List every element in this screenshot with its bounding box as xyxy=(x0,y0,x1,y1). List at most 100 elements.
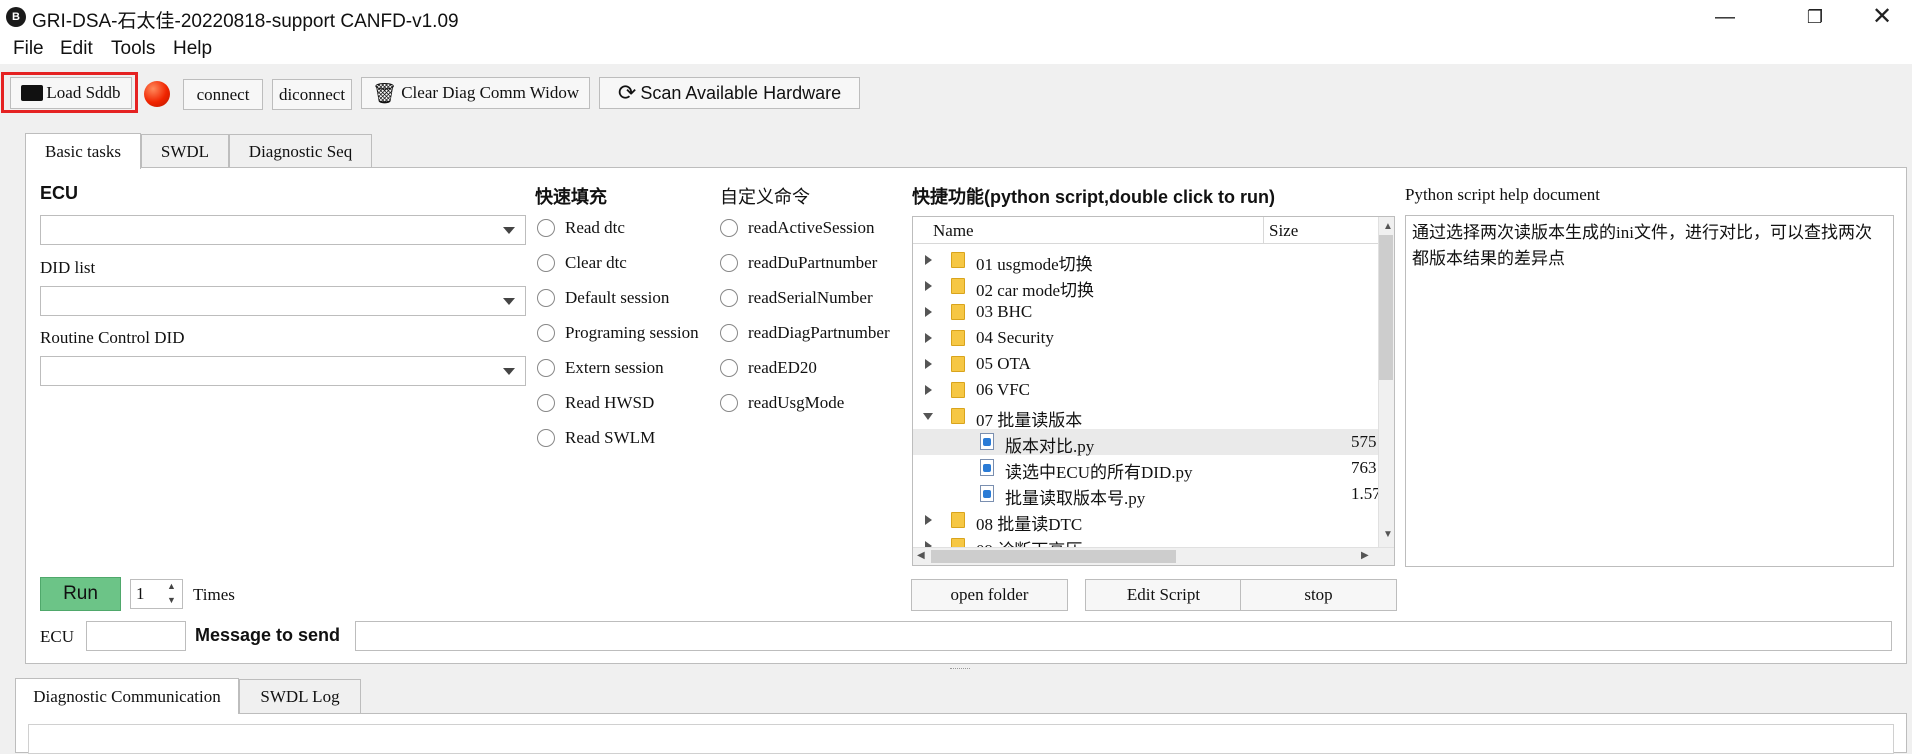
tree-folder-row[interactable]: 06 VFC xyxy=(913,377,1383,403)
tree-file-row[interactable]: 读选中ECU的所有DID.py 763 xyxy=(913,455,1383,482)
tree-folder-row[interactable]: 01 usgmode切换 xyxy=(913,247,1383,274)
radio-default-session[interactable] xyxy=(537,289,555,307)
scroll-up-icon[interactable]: ▲ xyxy=(1383,221,1393,232)
tree-item-label: 02 car mode切换 xyxy=(976,281,1095,300)
load-sddb-button[interactable]: Load Sddb xyxy=(10,77,132,109)
tab-swdl[interactable]: SWDL xyxy=(141,134,229,168)
chevron-right-icon xyxy=(925,515,932,525)
stop-button[interactable]: stop xyxy=(1240,579,1397,611)
menu-help[interactable]: Help xyxy=(173,38,212,60)
radio-label: Read dtc xyxy=(565,218,625,237)
chevron-down-icon xyxy=(503,298,515,305)
tree-folder-row[interactable]: 02 car mode切换 xyxy=(913,273,1383,300)
ecu-label: ECU xyxy=(40,183,79,203)
radio-read-ed20[interactable] xyxy=(720,359,738,377)
connect-button[interactable]: connect xyxy=(183,79,263,110)
radio-read-usg-mode[interactable] xyxy=(720,394,738,412)
tree-folder-row[interactable]: 05 OTA xyxy=(913,351,1383,377)
restore-icon[interactable]: ❐ xyxy=(1785,0,1845,34)
tab-swdl-log[interactable]: SWDL Log xyxy=(239,679,361,713)
menu-file[interactable]: File xyxy=(13,38,44,60)
radio-label: readUsgMode xyxy=(748,393,845,412)
times-label: Times xyxy=(193,585,235,604)
radio-label: Extern session xyxy=(565,358,664,377)
app-logo-icon: B xyxy=(6,7,26,27)
message-input[interactable] xyxy=(355,621,1892,651)
radio-read-swlm[interactable] xyxy=(537,429,555,447)
radio-label: readDiagPartnumber xyxy=(748,323,890,342)
script-tree[interactable]: Name Size 01 usgmode切换 02 car mode切换 03 … xyxy=(912,216,1395,566)
radio-clear-dtc[interactable] xyxy=(537,254,555,272)
radio-read-dtc[interactable] xyxy=(537,219,555,237)
menu-tools[interactable]: Tools xyxy=(111,38,155,60)
folder-icon xyxy=(951,278,965,294)
routine-control-select[interactable] xyxy=(40,356,526,386)
scroll-left-icon[interactable]: ◀ xyxy=(917,550,925,561)
tree-folder-row[interactable]: 08 批量读DTC xyxy=(913,507,1383,534)
tree-item-label: 读选中ECU的所有DID.py xyxy=(1005,463,1193,482)
help-doc-title: Python script help document xyxy=(1405,185,1601,204)
diconnect-button[interactable]: diconnect xyxy=(272,79,352,110)
tree-item-label: 01 usgmode切换 xyxy=(976,255,1093,274)
edit-script-button[interactable]: Edit Script xyxy=(1085,579,1242,611)
radio-label: Read HWSD xyxy=(565,393,655,412)
radio-label: Programing session xyxy=(565,323,699,342)
radio-label: Default session xyxy=(565,288,670,307)
minimize-icon[interactable]: — xyxy=(1695,0,1755,34)
tree-item-label: 批量读取版本号.py xyxy=(1005,489,1146,508)
folder-icon xyxy=(951,356,965,372)
tab-basic-tasks[interactable]: Basic tasks xyxy=(25,133,141,169)
open-folder-button[interactable]: open folder xyxy=(911,579,1068,611)
horizontal-scroll-thumb[interactable] xyxy=(931,550,1176,563)
tree-item-label: 05 OTA xyxy=(976,354,1031,373)
radio-read-active-session[interactable] xyxy=(720,219,738,237)
tab-diagnostic-communication[interactable]: Diagnostic Communication xyxy=(15,678,239,714)
connection-status-indicator xyxy=(144,81,170,107)
radio-read-diag-partnumber[interactable] xyxy=(720,324,738,342)
did-list-select[interactable] xyxy=(40,286,526,316)
tree-folder-row[interactable]: 03 BHC xyxy=(913,299,1383,325)
ecu-select[interactable] xyxy=(40,215,526,245)
spin-up-icon[interactable]: ▲ xyxy=(167,581,176,591)
splitter-handle[interactable] xyxy=(950,668,970,672)
chevron-right-icon xyxy=(925,281,932,291)
radio-label: readED20 xyxy=(748,358,817,377)
tree-folder-row[interactable]: 09 诊断下高压 xyxy=(913,533,1383,547)
help-doc-textbox[interactable]: 通过选择两次读版本生成的ini文件，进行对比，可以查找两次都版本结果的差异点 xyxy=(1405,215,1894,567)
spin-down-icon[interactable]: ▼ xyxy=(167,595,176,605)
radio-read-serial-number[interactable] xyxy=(720,289,738,307)
scroll-down-icon[interactable]: ▼ xyxy=(1383,529,1393,540)
menu-edit[interactable]: Edit xyxy=(60,38,93,60)
tree-header-name[interactable]: Name xyxy=(933,221,974,241)
tree-file-row-selected[interactable]: 版本对比.py 575 xyxy=(913,429,1383,456)
radio-read-du-partnumber[interactable] xyxy=(720,254,738,272)
times-spinbox[interactable]: 1 ▲ ▼ xyxy=(130,579,183,609)
tree-folder-row[interactable]: 04 Security xyxy=(913,325,1383,351)
scroll-right-icon[interactable]: ▶ xyxy=(1361,550,1369,561)
ecu-id-input[interactable] xyxy=(86,621,186,651)
clear-diag-button[interactable]: 🗑 Clear Diag Comm Widow xyxy=(361,77,590,109)
folder-icon xyxy=(951,304,965,320)
radio-read-hwsd[interactable] xyxy=(537,394,555,412)
radio-extern-session[interactable] xyxy=(537,359,555,377)
tab-diagnostic-seq[interactable]: Diagnostic Seq xyxy=(229,134,372,168)
chevron-right-icon xyxy=(925,255,932,265)
radio-programing-session[interactable] xyxy=(537,324,555,342)
radio-label: readSerialNumber xyxy=(748,288,873,307)
chevron-right-icon xyxy=(925,385,932,395)
tree-header-size[interactable]: Size xyxy=(1269,221,1298,241)
tree-folder-row[interactable]: 07 批量读版本 xyxy=(913,403,1383,430)
scan-hardware-label: Scan Available Hardware xyxy=(640,82,842,103)
custom-command-title: 自定义命令 xyxy=(720,187,810,207)
tree-item-size: 575 xyxy=(1351,432,1377,451)
close-icon[interactable]: ✕ xyxy=(1852,0,1912,34)
header-divider xyxy=(1263,217,1264,243)
chevron-right-icon xyxy=(925,307,932,317)
scan-hardware-button[interactable]: ⟳ Scan Available Hardware xyxy=(599,77,860,109)
run-button[interactable]: Run xyxy=(40,577,121,611)
python-file-icon xyxy=(980,433,994,450)
tree-item-size: 763 xyxy=(1351,458,1377,477)
diagnostic-log-textarea[interactable] xyxy=(28,724,1894,754)
tree-file-row[interactable]: 批量读取版本号.py 1.57 xyxy=(913,481,1383,508)
vertical-scroll-thumb[interactable] xyxy=(1379,235,1393,380)
